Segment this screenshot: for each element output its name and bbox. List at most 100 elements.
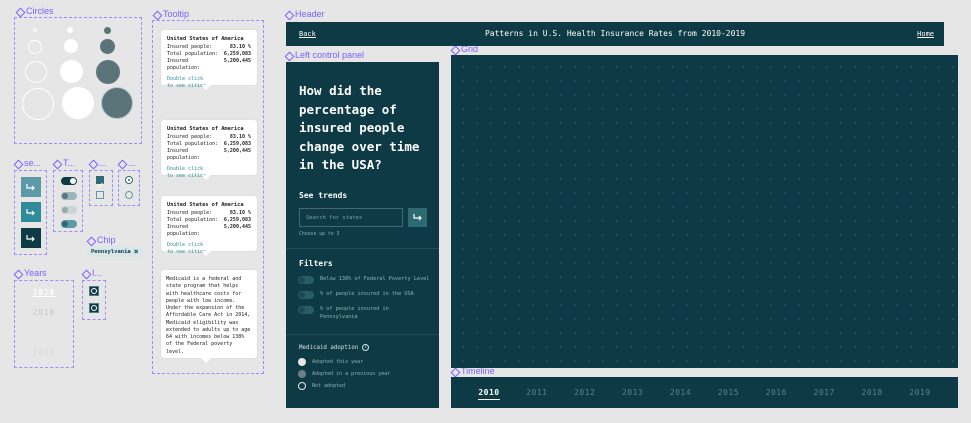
circle-teal-l xyxy=(101,87,133,119)
tooltip-link[interactable]: Double click to see cities xyxy=(167,242,212,257)
tooltip-card: United States of America Insured people:… xyxy=(161,30,257,90)
toggle-on[interactable] xyxy=(61,177,77,185)
filter-label: Below 138% of Federal Poverty Level xyxy=(320,276,430,282)
tooltip-title: United States of America xyxy=(167,202,244,208)
medicaid-info-tooltip: Medicaid is a federal and state program … xyxy=(161,270,257,363)
info-icon xyxy=(91,288,97,294)
year-sample-default[interactable]: 2010 xyxy=(33,308,55,317)
arrow-button-pressed[interactable] xyxy=(21,228,41,248)
map-grid[interactable] xyxy=(451,55,958,368)
frame-label-years: Years xyxy=(14,268,47,278)
year-sample-disabled[interactable]: 2010 xyxy=(33,348,55,357)
timeline-year-2012[interactable]: 2012 xyxy=(574,388,595,397)
timeline-year-2017[interactable]: 2017 xyxy=(814,388,835,397)
timeline-year-2011[interactable]: 2011 xyxy=(526,388,547,397)
checkbox-unchecked[interactable] xyxy=(96,191,104,199)
state-chip[interactable]: Pennsylvania × xyxy=(87,246,143,257)
tooltip-row-label: Total population: xyxy=(167,216,219,223)
timeline-year-2014[interactable]: 2014 xyxy=(670,388,691,397)
toggle-hover[interactable] xyxy=(61,220,77,228)
filter-option[interactable]: Below 138% of Federal Poverty Level xyxy=(298,276,429,284)
checkbox-checked[interactable] xyxy=(96,176,104,188)
divider xyxy=(286,334,439,335)
radio-unselected[interactable] xyxy=(125,191,133,199)
filter-toggle[interactable] xyxy=(298,291,314,299)
timeline: 2010 2011 2012 2013 2014 2015 2016 2017 2018 2019 xyxy=(451,377,958,408)
circle-teal-s xyxy=(100,39,115,54)
state-search-input[interactable] xyxy=(299,208,403,227)
tooltip-row-label: Total population: xyxy=(167,140,219,147)
frame-label-circles: Circles xyxy=(16,6,54,16)
home-link[interactable]: Home xyxy=(917,30,934,38)
turn-right-arrow-icon xyxy=(26,234,35,241)
arrow-button-hover[interactable] xyxy=(21,202,41,222)
tooltip-row-value: 6,259,083 xyxy=(223,50,251,57)
timeline-year-2018[interactable]: 2018 xyxy=(861,388,882,397)
circle-white-l xyxy=(62,87,94,119)
toggle-disabled[interactable] xyxy=(61,206,77,214)
filter-toggle[interactable] xyxy=(298,276,314,284)
tooltip-row-label: Insured people: xyxy=(167,209,213,216)
info-icon xyxy=(91,305,97,311)
timeline-year-2016[interactable]: 2016 xyxy=(766,388,787,397)
filter-option[interactable]: % of people insured in the USA xyxy=(298,291,414,299)
turn-right-arrow-icon xyxy=(26,208,35,215)
legend-label: Adopted this year xyxy=(312,359,364,365)
circle-white-xs xyxy=(67,27,73,33)
tooltip-row-value: 5,200,445 xyxy=(223,58,251,65)
turn-right-arrow-icon xyxy=(412,214,422,221)
circle-white-m xyxy=(60,60,83,83)
filter-label: % of people insured in the USA xyxy=(320,291,414,297)
header-bar: Back Patterns in U.S. Health Insurance R… xyxy=(286,22,944,46)
frame-label-checkboxes: ... xyxy=(89,158,107,168)
tooltip-row-value: 5,200,445 xyxy=(223,224,251,231)
checkmark-icon xyxy=(97,182,103,188)
year-sample-active[interactable]: 2010 xyxy=(33,288,55,297)
tooltip-row-value: 6,259,083 xyxy=(223,216,251,223)
arrow-button-default[interactable] xyxy=(21,177,41,197)
medicaid-adoption-heading: Medicaid adoption i xyxy=(299,344,370,351)
tooltip-row-value: 83.10 % xyxy=(229,209,251,216)
frame-label-icons: I... xyxy=(82,268,102,278)
medicaid-legend-item: Not adopted xyxy=(298,382,345,390)
tooltip-row-label: Insured people: xyxy=(167,43,213,50)
circle-outline-l xyxy=(22,88,54,120)
frame-label-left-panel: Left control panel xyxy=(285,50,364,60)
left-control-panel: How did the percentage of insured people… xyxy=(286,62,439,408)
toggle-off[interactable] xyxy=(61,192,77,200)
see-trends-heading: See trends xyxy=(299,191,348,200)
tooltip-title: United States of America xyxy=(167,126,244,132)
medicaid-legend-item: Adopted this year xyxy=(298,358,363,366)
search-submit-button[interactable] xyxy=(408,208,427,227)
timeline-year-2019[interactable]: 2019 xyxy=(909,388,930,397)
radio-selected[interactable] xyxy=(125,176,133,184)
tooltip-row-value: 83.10 % xyxy=(229,133,251,140)
close-icon[interactable]: × xyxy=(134,247,139,256)
tooltip-row-value: 6,259,083 xyxy=(223,140,251,147)
tooltip-row-label: Insured population: xyxy=(167,224,201,238)
medicaid-legend-item: Adopted in a previous year xyxy=(298,370,390,378)
tooltip-row-label: Insured population: xyxy=(167,148,201,162)
timeline-year-2015[interactable]: 2015 xyxy=(718,388,739,397)
tooltip-link[interactable]: Double click to see cities xyxy=(167,166,212,181)
frame-label-header: Header xyxy=(285,9,325,19)
circle-teal-m xyxy=(96,60,120,84)
medicaid-info-text: Medicaid is a federal and state program … xyxy=(166,276,251,355)
legend-dot-previous-year xyxy=(298,370,306,378)
filter-toggle[interactable] xyxy=(298,306,314,314)
divider xyxy=(286,248,439,249)
info-icon-button-hover[interactable] xyxy=(89,303,99,313)
legend-label: Not adopted xyxy=(312,383,346,389)
filter-option[interactable]: % of people insured in Pennsylvania xyxy=(298,306,418,322)
tooltip-row-value: 5,200,445 xyxy=(223,148,251,155)
panel-question: How did the percentage of insured people… xyxy=(299,83,420,172)
tooltip-link[interactable]: Double click to see cities xyxy=(167,76,212,91)
tooltip-row-value: 83.10 % xyxy=(229,43,251,50)
info-icon-button[interactable] xyxy=(89,286,99,296)
frame-label-buttons: se... xyxy=(14,158,41,168)
timeline-year-2010[interactable]: 2010 xyxy=(478,388,500,400)
info-icon[interactable]: i xyxy=(362,344,370,351)
choose-hint: Choose up to 3 xyxy=(299,232,340,237)
timeline-year-2013[interactable]: 2013 xyxy=(622,388,643,397)
frame-label-chip: Chip xyxy=(87,235,116,245)
